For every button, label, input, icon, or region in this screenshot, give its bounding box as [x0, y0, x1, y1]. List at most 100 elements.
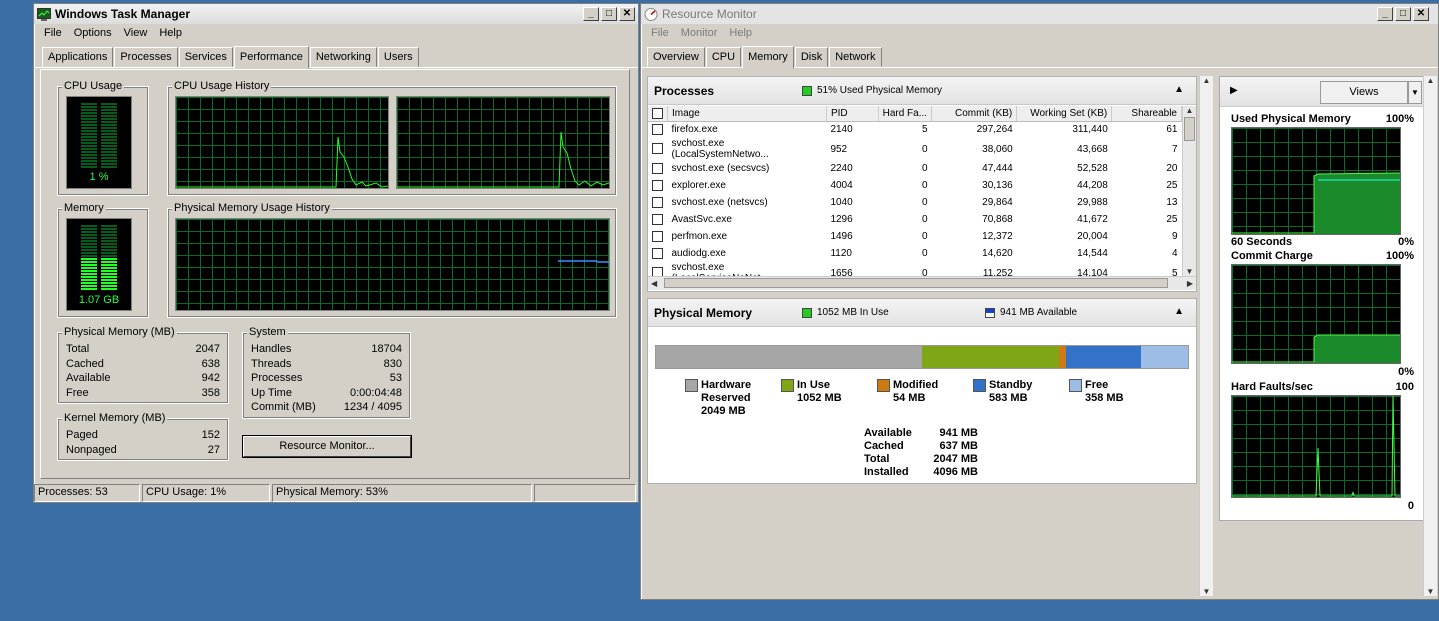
views-button[interactable]: Views	[1320, 81, 1408, 104]
scroll-left-icon[interactable]: ◀	[651, 279, 657, 288]
processes-header[interactable]: Processes 51% Used Physical Memory ▲	[648, 77, 1196, 105]
collapse-physical-memory-icon[interactable]: ▲	[1174, 306, 1184, 317]
resource-monitor-button[interactable]: Resource Monitor...	[243, 436, 411, 457]
menu-help[interactable]: Help	[153, 27, 188, 39]
process-checkbox[interactable]	[648, 138, 668, 160]
process-row[interactable]: svchost.exe (LocalSystemNetwo... 952 0 38,0…	[648, 138, 1182, 160]
tab-memory[interactable]: Memory	[742, 46, 794, 69]
used-memory-legend-swatch	[802, 85, 812, 96]
scroll-up-icon[interactable]: ▲	[1183, 106, 1196, 115]
process-shareable: 9	[1171, 231, 1178, 242]
meter-segment	[81, 285, 97, 287]
process-checkbox[interactable]	[648, 194, 668, 211]
process-checkbox[interactable]	[648, 228, 668, 245]
process-row[interactable]: perfmon.exe 1496 0 12,372 20,004 9	[648, 228, 1182, 245]
menu-options[interactable]: Options	[68, 27, 118, 39]
meter-segment	[101, 258, 117, 260]
resource-monitor-titlebar[interactable]: Resource Monitor _ □ ✕	[641, 4, 1438, 24]
process-checkbox[interactable]	[648, 211, 668, 228]
col-pid[interactable]: PID	[826, 106, 879, 122]
process-row[interactable]: explorer.exe 4004 0 30,136 44,208 25	[648, 177, 1182, 194]
col-commit[interactable]: Commit (KB)	[931, 106, 1018, 122]
menu-file[interactable]: File	[38, 27, 68, 39]
status-cpu: CPU Usage: 1%	[142, 484, 270, 502]
memory-meter: 1.07 GB	[66, 218, 132, 311]
hscroll-thumb[interactable]	[664, 278, 1168, 288]
tab-processes[interactable]: Processes	[114, 47, 178, 67]
menu-monitor[interactable]: Monitor	[675, 27, 724, 39]
maximize-button[interactable]: □	[601, 7, 617, 21]
process-row[interactable]: audiodg.exe 1120 0 14,620 14,544 4	[648, 245, 1182, 262]
kernel-memory-stats-title: Kernel Memory (MB)	[62, 412, 168, 424]
graph-pane-scrollbar[interactable]: ▲ ▼	[1423, 76, 1437, 596]
col-hard-faults[interactable]: Hard Fa...	[878, 106, 933, 122]
maximize-button[interactable]: □	[1395, 7, 1411, 21]
process-hard-faults: 5	[922, 124, 928, 136]
tab-network[interactable]: Network	[829, 47, 882, 67]
process-row[interactable]: firefox.exe 2140 5 297,264 311,440 61	[648, 121, 1182, 138]
memory-bar	[655, 345, 1189, 369]
processes-title: Processes	[654, 83, 715, 98]
collapse-processes-icon[interactable]: ▲	[1174, 84, 1184, 95]
process-checkbox[interactable]	[648, 121, 668, 138]
task-manager-titlebar[interactable]: Windows Task Manager _ □ ✕	[34, 4, 638, 24]
graph1-foot-left: 60 Seconds	[1231, 236, 1293, 248]
expand-pane-icon[interactable]: ▶	[1230, 85, 1238, 96]
minimize-button[interactable]: _	[1377, 7, 1393, 21]
process-hard-faults: 0	[922, 143, 928, 155]
process-checkbox[interactable]	[648, 177, 668, 194]
process-commit: 70,868	[982, 214, 1013, 225]
meter-segment	[81, 237, 97, 239]
processes-vertical-scrollbar[interactable]: ▲ ▼	[1182, 106, 1196, 276]
menu-view[interactable]: View	[118, 27, 154, 39]
in-use-legend-swatch	[802, 307, 812, 318]
close-button[interactable]: ✕	[1413, 7, 1429, 21]
tab-services[interactable]: Services	[178, 47, 233, 67]
process-row[interactable]: AvastSvc.exe 1296 0 70,868 41,672 25	[648, 211, 1182, 228]
process-shareable: 7	[1171, 143, 1178, 155]
tab-disk[interactable]: Disk	[794, 47, 829, 67]
scroll-right-icon[interactable]: ▶	[1187, 279, 1193, 288]
main-vertical-scrollbar[interactable]: ▲ ▼	[1199, 76, 1213, 596]
memory-summary-row: Total 2047 MB	[864, 453, 978, 466]
graph-scroll-down-icon[interactable]: ▼	[1424, 587, 1437, 596]
main-scroll-down-icon[interactable]: ▼	[1200, 587, 1213, 596]
graph-scroll-up-icon[interactable]: ▲	[1424, 76, 1437, 85]
process-checkbox[interactable]	[648, 160, 668, 177]
col-image[interactable]: Image	[667, 106, 827, 122]
minimize-button[interactable]: _	[583, 7, 599, 21]
process-checkbox[interactable]	[648, 245, 668, 262]
process-row[interactable]: svchost.exe (LocalServiceNoNet... 1656 0 11…	[648, 262, 1182, 276]
meter-segment	[101, 246, 117, 248]
col-working-set[interactable]: Working Set (KB)	[1016, 106, 1113, 122]
tab-cpu[interactable]: CPU	[705, 47, 742, 67]
close-button[interactable]: ✕	[619, 7, 635, 21]
menu-file[interactable]: File	[645, 27, 675, 39]
processes-horizontal-scrollbar[interactable]: ◀ ▶	[648, 276, 1196, 290]
meter-segment	[101, 282, 117, 284]
process-hard-faults: 0	[922, 214, 928, 225]
scroll-thumb[interactable]	[1184, 117, 1195, 141]
tab-overview[interactable]: Overview	[647, 47, 705, 67]
col-shareable[interactable]: Shareable	[1111, 106, 1182, 122]
meter-segment	[101, 151, 117, 153]
memory-bar-segment	[1058, 346, 1066, 368]
process-checkbox[interactable]	[648, 262, 668, 276]
menu-bar: File Options View Help	[34, 24, 638, 42]
physical-memory-stat-value: 638	[201, 357, 220, 370]
tab-performance[interactable]: Performance	[233, 46, 309, 69]
tab-applications[interactable]: Applications	[42, 47, 114, 67]
views-dropdown-icon[interactable]: ▼	[1408, 81, 1422, 104]
process-row[interactable]: svchost.exe (netsvcs) 1040 0 29,864 29,988 13	[648, 194, 1182, 211]
tab-users[interactable]: Users	[377, 47, 419, 67]
memory-bar-segment	[922, 346, 1059, 368]
scroll-down-icon[interactable]: ▼	[1183, 267, 1196, 276]
process-row[interactable]: svchost.exe (secsvcs) 2240 0 47,444 52,528 20	[648, 160, 1182, 177]
menu-help[interactable]: Help	[723, 27, 758, 39]
meter-segment	[101, 234, 117, 236]
tab-networking[interactable]: Networking	[309, 47, 377, 67]
graph1-max: 100%	[1385, 113, 1414, 125]
main-scroll-up-icon[interactable]: ▲	[1200, 76, 1213, 85]
physical-memory-header[interactable]: Physical Memory 1052 MB In Use 941 MB Av…	[648, 299, 1196, 327]
select-all-checkbox[interactable]	[648, 106, 668, 122]
